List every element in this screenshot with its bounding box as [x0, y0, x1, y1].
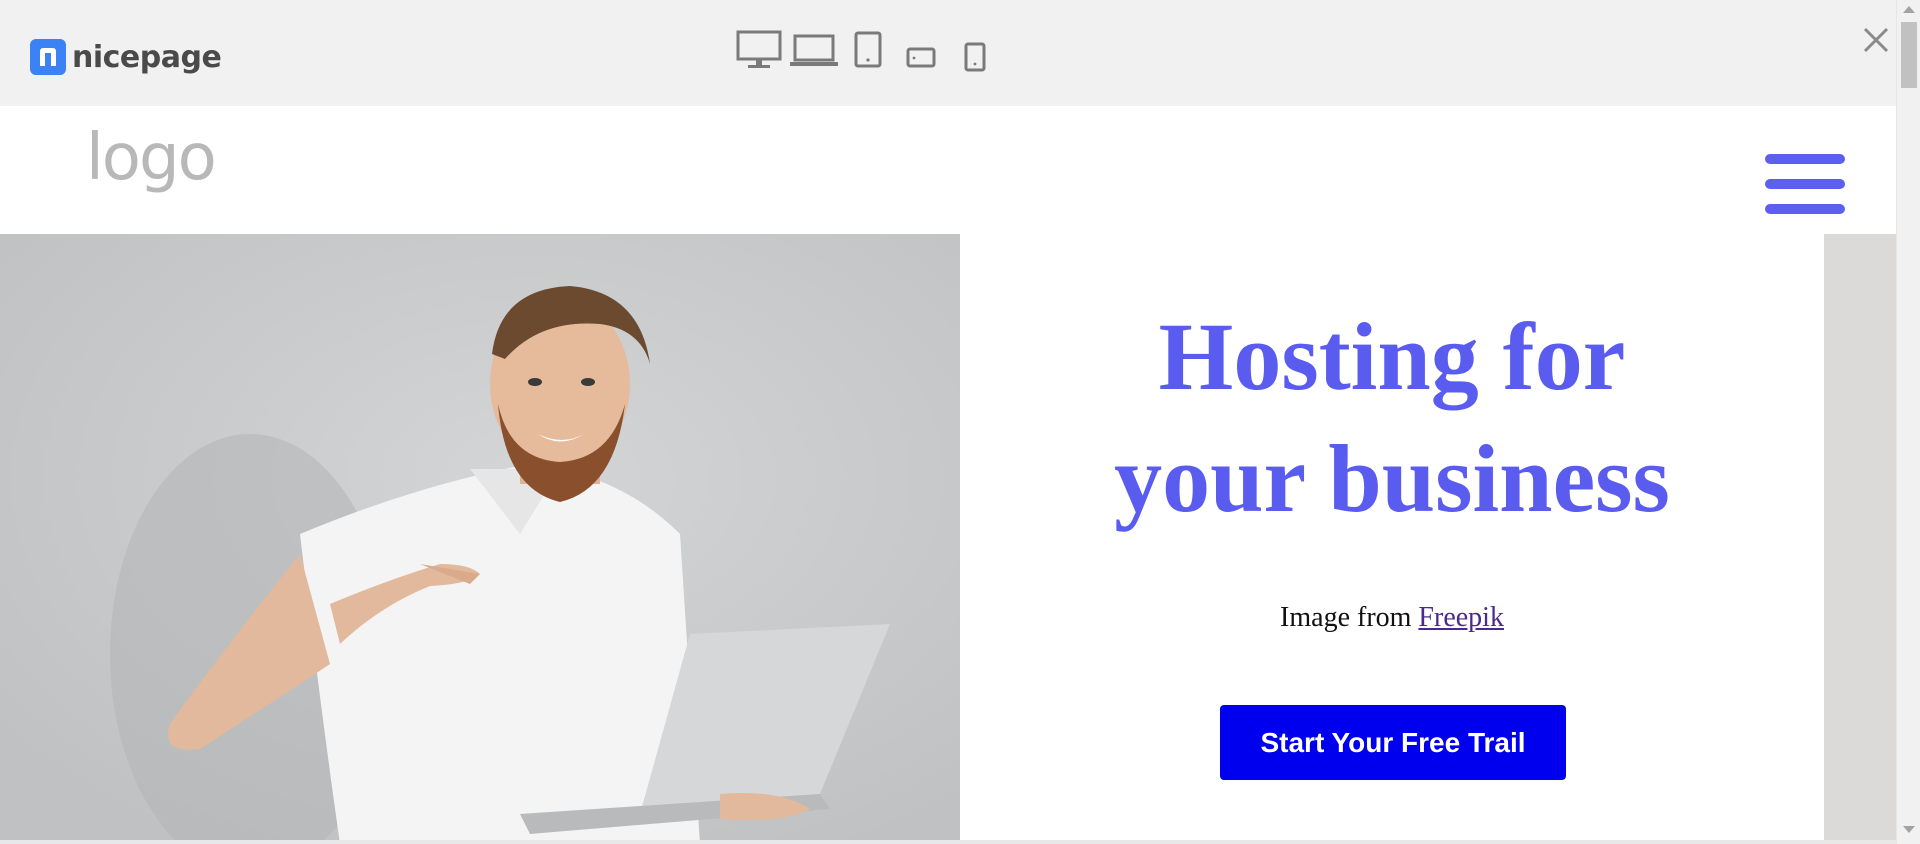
- site-logo[interactable]: logo: [86, 126, 217, 190]
- close-icon[interactable]: [1860, 24, 1892, 56]
- preview-toolbar: nicepage: [0, 0, 1920, 106]
- hero-image: [0, 234, 960, 844]
- hero-title-line-1: Hosting for: [1158, 303, 1626, 410]
- image-credit: Image from Freepik: [960, 602, 1824, 634]
- hero-title: Hosting for your business: [960, 296, 1824, 540]
- brand-name: nicepage: [72, 39, 222, 75]
- laptop-icon[interactable]: [790, 34, 838, 73]
- decorative-side-panel: [1824, 234, 1896, 844]
- desktop-icon[interactable]: [736, 30, 782, 75]
- freepik-link[interactable]: Freepik: [1418, 602, 1504, 633]
- credit-prefix: Image from: [1280, 602, 1419, 633]
- vertical-scrollbar[interactable]: [1896, 0, 1920, 844]
- hero-title-line-2: your business: [1114, 425, 1670, 532]
- start-free-trial-button[interactable]: Start Your Free Trail: [1220, 705, 1566, 780]
- site-header: logo: [0, 106, 1896, 234]
- hamburger-menu-icon[interactable]: [1765, 148, 1845, 220]
- scroll-up-arrow-icon[interactable]: [1903, 6, 1915, 13]
- bottom-border: [0, 840, 1896, 844]
- scroll-down-arrow-icon[interactable]: [1903, 826, 1915, 833]
- tablet-landscape-icon[interactable]: [906, 47, 936, 74]
- scroll-thumb[interactable]: [1901, 22, 1917, 88]
- nicepage-logo-icon: [30, 39, 66, 75]
- tablet-portrait-icon[interactable]: [854, 31, 882, 74]
- phone-icon[interactable]: [964, 42, 986, 77]
- nicepage-brand[interactable]: nicepage: [30, 37, 222, 77]
